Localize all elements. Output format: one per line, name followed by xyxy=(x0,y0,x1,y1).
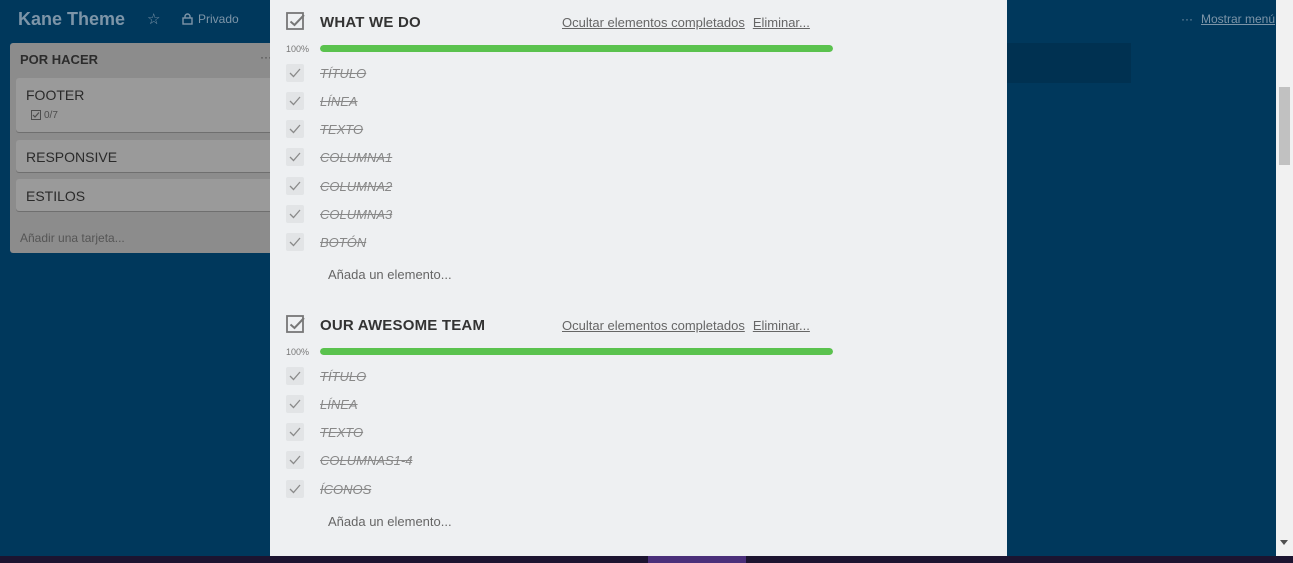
card-title: FOOTER xyxy=(26,87,85,103)
hide-completed-link[interactable]: Ocultar elementos completados xyxy=(562,15,745,30)
delete-checklist-link[interactable]: Eliminar... xyxy=(753,15,810,30)
item-text: TEXTO xyxy=(320,425,364,440)
item-checkbox[interactable] xyxy=(286,395,304,413)
item-text: COLUMNAS1-4 xyxy=(320,453,413,468)
check-icon xyxy=(289,237,301,247)
item-text: LÍNEA xyxy=(320,397,358,412)
board-title[interactable]: Kane Theme xyxy=(18,9,125,30)
show-menu-button[interactable]: ··· Mostrar menú xyxy=(1181,12,1275,26)
card-detail-modal: WHAT WE DO Ocultar elementos completados… xyxy=(270,0,1007,556)
item-checkbox[interactable] xyxy=(286,367,304,385)
item-checkbox[interactable] xyxy=(286,148,304,166)
star-icon[interactable]: ☆ xyxy=(147,10,160,28)
progress-percent: 100% xyxy=(286,44,310,54)
item-checkbox[interactable] xyxy=(286,64,304,82)
check-icon xyxy=(289,455,301,465)
card-title: RESPONSIVE xyxy=(26,149,118,165)
item-text: COLUMNA3 xyxy=(320,207,393,222)
item-text: COLUMNA2 xyxy=(320,179,393,194)
list-por-hacer: POR HACER ··· FOOTER 0/7 RESPONSIVE ESTI… xyxy=(10,43,280,253)
checklist-badge: 0/7 xyxy=(31,110,58,121)
item-checkbox[interactable] xyxy=(286,205,304,223)
background-panel xyxy=(1006,43,1131,83)
item-text: TÍTULO xyxy=(320,66,367,81)
card-title: ESTILOS xyxy=(26,188,86,204)
hide-completed-link[interactable]: Ocultar elementos completados xyxy=(562,318,745,333)
progress-bar xyxy=(320,348,833,355)
checklist-actions: Ocultar elementos completados Eliminar... xyxy=(562,318,810,333)
item-checkbox[interactable] xyxy=(286,233,304,251)
item-text: COLUMNA1 xyxy=(320,150,393,165)
lock-icon xyxy=(182,13,193,25)
visibility-button[interactable]: Privado xyxy=(182,12,239,26)
check-icon xyxy=(289,399,301,409)
check-icon xyxy=(289,427,301,437)
item-checkbox[interactable] xyxy=(286,480,304,498)
card-estilos[interactable]: ESTILOS xyxy=(16,179,278,211)
item-checkbox[interactable] xyxy=(286,120,304,138)
add-item-button[interactable]: Añada un elemento... xyxy=(328,514,452,529)
more-dots-icon: ··· xyxy=(1181,12,1193,26)
item-text: LÍNEA xyxy=(320,94,358,109)
progress-fill xyxy=(320,348,833,355)
item-checkbox[interactable] xyxy=(286,423,304,441)
card-footer[interactable]: FOOTER 0/7 xyxy=(16,78,278,132)
delete-checklist-link[interactable]: Eliminar... xyxy=(753,318,810,333)
item-text: BOTÓN xyxy=(320,235,367,250)
visibility-label: Privado xyxy=(198,12,239,26)
check-icon xyxy=(289,181,301,191)
check-icon xyxy=(289,68,301,78)
item-text: ÍCONOS xyxy=(320,482,372,497)
check-icon xyxy=(289,371,301,381)
show-menu-label: Mostrar menú xyxy=(1201,12,1276,26)
check-icon xyxy=(289,152,301,162)
checklist-icon xyxy=(286,315,305,333)
progress-percent: 100% xyxy=(286,347,310,357)
add-item-button[interactable]: Añada un elemento... xyxy=(328,267,452,282)
item-checkbox[interactable] xyxy=(286,177,304,195)
check-icon xyxy=(289,124,301,134)
item-checkbox[interactable] xyxy=(286,92,304,110)
checklist-icon xyxy=(286,12,305,30)
checklist-icon xyxy=(31,110,41,120)
taskbar-strip xyxy=(0,556,1293,563)
scrollbar-thumb[interactable] xyxy=(1279,87,1290,165)
card-responsive[interactable]: RESPONSIVE xyxy=(16,140,278,172)
check-icon xyxy=(289,96,301,106)
progress-bar xyxy=(320,45,833,52)
badge-count: 0/7 xyxy=(44,110,58,121)
taskbar-active-item xyxy=(648,556,746,563)
checklist-actions: Ocultar elementos completados Eliminar... xyxy=(562,15,810,30)
check-icon xyxy=(289,209,301,219)
checklist-title: OUR AWESOME TEAM xyxy=(320,317,486,334)
item-text: TÍTULO xyxy=(320,369,367,384)
check-icon xyxy=(289,484,301,494)
scroll-down-arrow-icon[interactable] xyxy=(1280,540,1288,545)
list-title: POR HACER xyxy=(20,52,99,67)
vertical-scrollbar[interactable] xyxy=(1276,0,1293,556)
add-card-button[interactable]: Añadir una tarjeta... xyxy=(20,231,125,245)
progress-fill xyxy=(320,45,833,52)
item-text: TEXTO xyxy=(320,122,364,137)
checklist-title: WHAT WE DO xyxy=(320,14,421,31)
item-checkbox[interactable] xyxy=(286,451,304,469)
